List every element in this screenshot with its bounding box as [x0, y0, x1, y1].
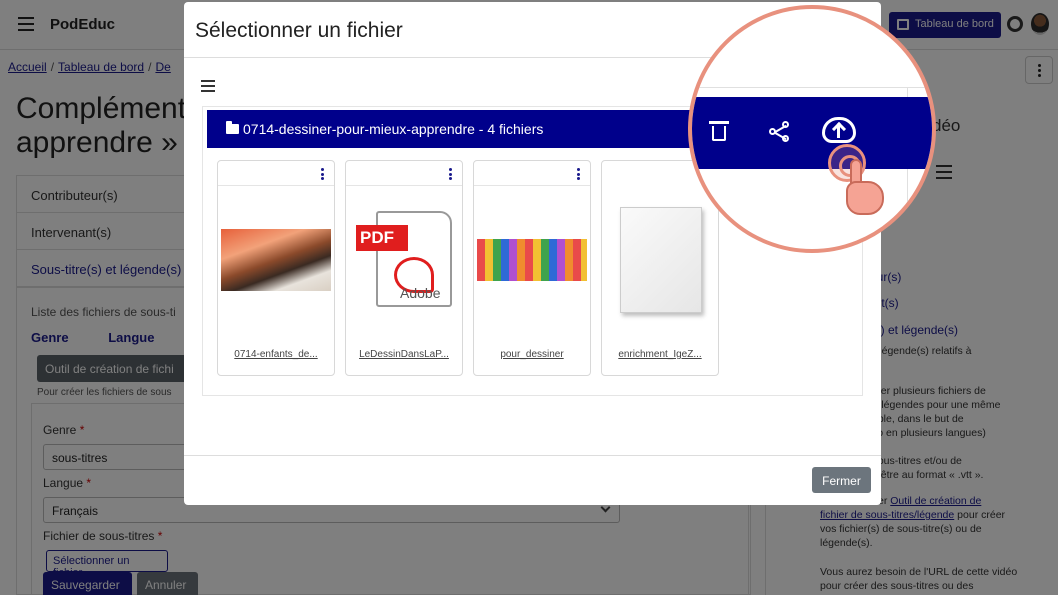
close-button[interactable]: Fermer	[812, 467, 871, 493]
image-thumbnail	[477, 239, 587, 281]
folder-actions-bar	[692, 97, 932, 169]
zoom-callout	[688, 5, 936, 253]
file-name[interactable]: 0714-enfants_de...	[218, 349, 334, 360]
file-card[interactable]: enrichment_IgeZ...	[601, 160, 719, 376]
kebab-icon[interactable]	[449, 168, 452, 180]
folder-name: 0714-dessiner-pour-mieux-apprendre - 4 f…	[243, 121, 544, 137]
share-icon[interactable]	[769, 121, 791, 143]
upload-cloud-icon[interactable]	[822, 117, 856, 143]
folder-icon	[226, 121, 239, 134]
blank-file-icon	[620, 207, 702, 313]
file-card-header	[218, 161, 334, 186]
file-name[interactable]: enrichment_IgeZ...	[602, 349, 718, 360]
file-card[interactable]: pour_dessiner	[473, 160, 591, 376]
kebab-icon[interactable]	[321, 168, 324, 180]
pdf-tag: PDF	[356, 225, 408, 251]
menu-icon[interactable]	[201, 80, 215, 92]
file-name[interactable]: LeDessinDansLaP...	[346, 349, 462, 360]
file-card-header	[474, 161, 590, 186]
file-card[interactable]: PDF Adobe LeDessinDansLaP...	[345, 160, 463, 376]
image-thumbnail	[221, 229, 331, 291]
kebab-icon[interactable]	[577, 168, 580, 180]
trash-icon[interactable]	[709, 121, 729, 141]
pdf-brand: Adobe	[400, 285, 441, 301]
modal-footer	[184, 455, 881, 505]
file-card[interactable]: 0714-enfants_de...	[217, 160, 335, 376]
file-card-header	[346, 161, 462, 186]
divider	[692, 87, 932, 88]
pointer-hand-icon	[842, 159, 888, 215]
file-name[interactable]: pour_dessiner	[474, 349, 590, 360]
